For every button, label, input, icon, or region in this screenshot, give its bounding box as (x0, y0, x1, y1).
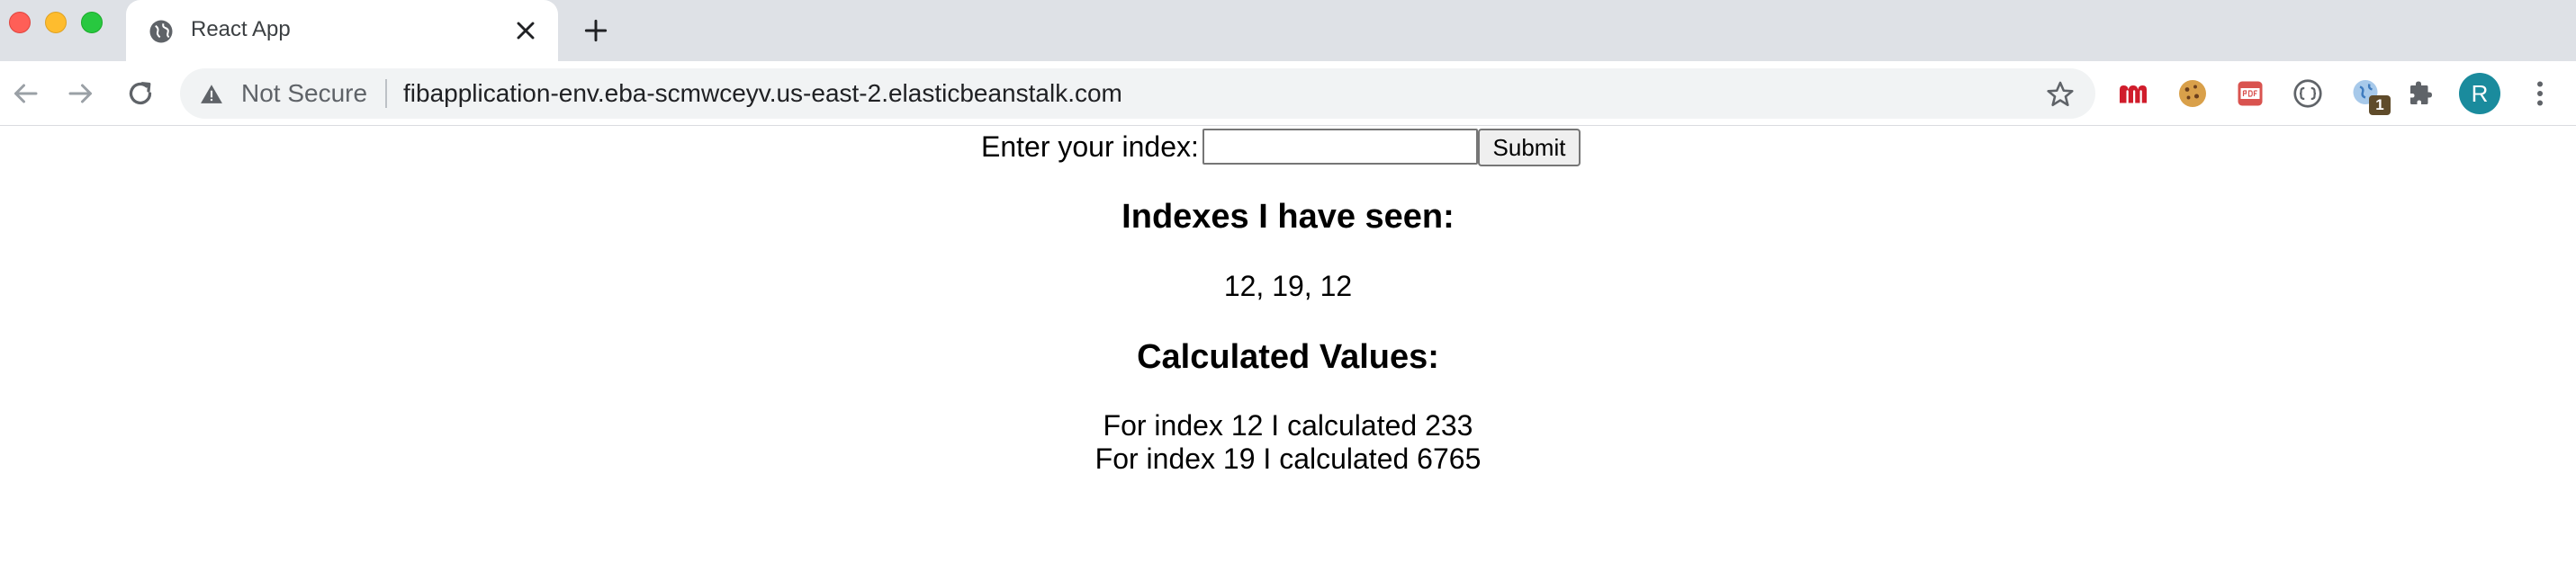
tab-title: React App (191, 17, 291, 41)
back-arrow-icon[interactable] (9, 77, 41, 110)
code-icon[interactable] (2292, 77, 2324, 110)
calculated-values-heading: Calculated Values: (1137, 338, 1439, 376)
submit-button[interactable]: Submit (1478, 129, 1581, 166)
close-icon[interactable] (511, 16, 540, 45)
window-close-button[interactable] (9, 12, 31, 33)
puzzle-icon[interactable] (2405, 77, 2437, 110)
address-bar[interactable]: Not Secure fibapplication-env.eba-scmwce… (180, 68, 2095, 119)
cookie-icon[interactable] (2176, 77, 2209, 110)
index-form: Enter your index: Submit (0, 127, 2576, 166)
calculated-values-list: For index 12 I calculated 233 For index … (0, 409, 2576, 476)
extension-badge: 1 (2369, 95, 2391, 115)
window-zoom-button[interactable] (81, 12, 103, 33)
seen-indexes-list: 12, 19, 12 (1223, 270, 1353, 302)
warning-icon[interactable] (200, 83, 223, 104)
page-content: Enter your index: Submit Indexes I have … (0, 127, 2576, 581)
avatar[interactable]: R (2459, 73, 2500, 114)
seen-indexes-heading: Indexes I have seen: (1121, 198, 1455, 236)
plus-icon[interactable] (581, 16, 610, 45)
address-separator (385, 79, 387, 108)
reload-icon[interactable] (124, 77, 157, 110)
index-label: Enter your index: (981, 130, 1199, 163)
calculated-value-item: For index 19 I calculated 6765 (1094, 442, 1482, 475)
star-icon[interactable] (2045, 79, 2076, 110)
calculated-value-item: For index 12 I calculated 233 (1103, 409, 1473, 442)
url-text[interactable]: fibapplication-env.eba-scmwceyv.us-east-… (403, 80, 1122, 107)
tab-strip: React App (0, 0, 2576, 61)
window-minimize-button[interactable] (45, 12, 67, 33)
globe-icon (149, 20, 173, 43)
browser-toolbar: Not Secure fibapplication-env.eba-scmwce… (0, 61, 2576, 126)
security-label[interactable]: Not Secure (241, 80, 367, 107)
m-extension-icon[interactable] (2117, 77, 2149, 110)
tab-react-app[interactable]: React App (126, 0, 558, 61)
pdf-icon[interactable] (2234, 77, 2266, 110)
kebab-menu-icon[interactable] (2524, 77, 2556, 110)
index-input[interactable] (1202, 129, 1478, 165)
forward-arrow-icon[interactable] (65, 77, 97, 110)
